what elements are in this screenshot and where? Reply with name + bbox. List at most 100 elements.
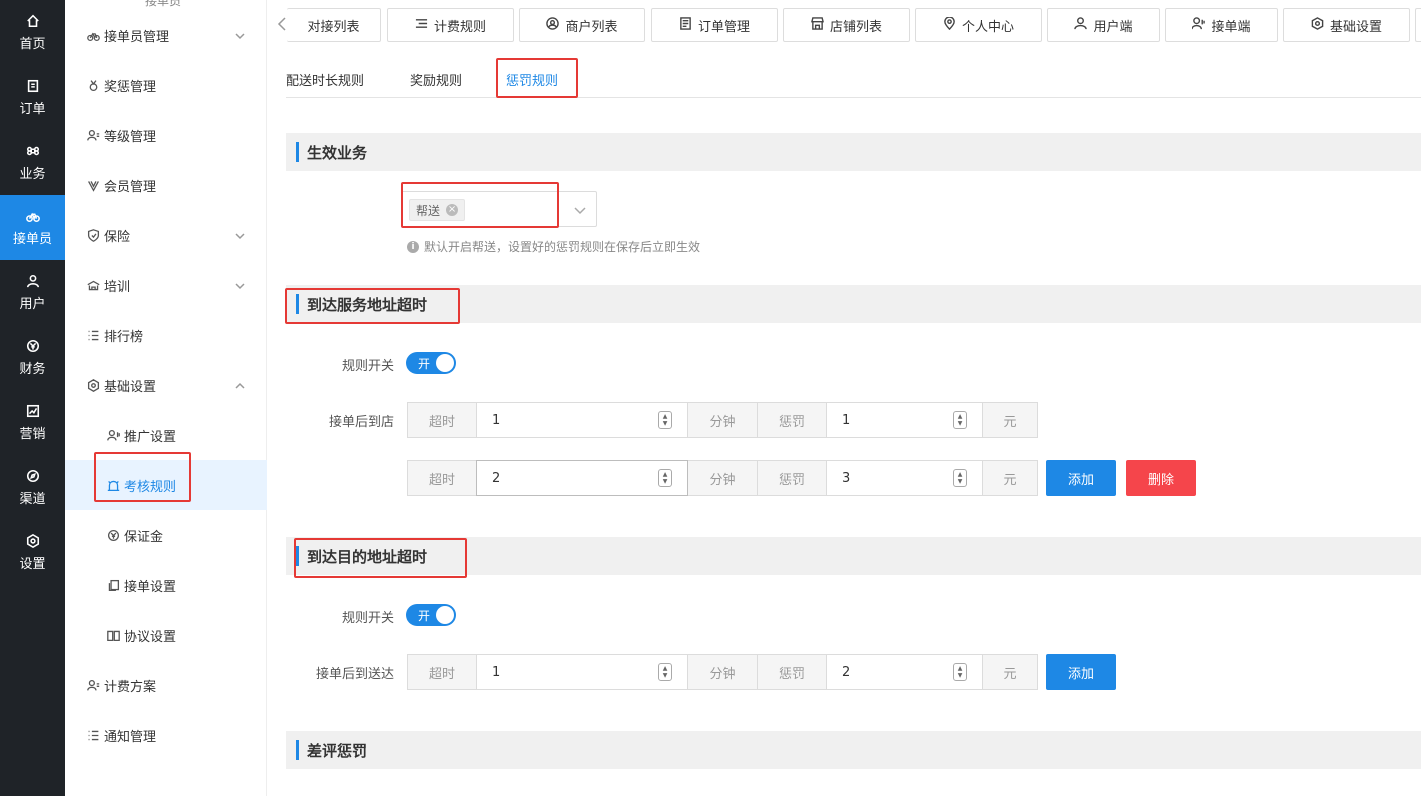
rail-item-order[interactable]: 订单 [0,65,65,130]
currency-suffix: 元 [982,460,1038,496]
sidebar-item-label: 会员管理 [104,179,157,195]
sidebar-item-promotion[interactable]: 推广设置 [65,410,267,460]
section-bad-review-penalty: 差评惩罚 [286,731,1421,769]
rail-item-settings[interactable]: 设置 [0,520,65,585]
tab-docking-list[interactable]: 对接列表 [287,8,381,42]
stepper-icon[interactable]: ▲ ▼ [953,411,967,429]
tab-personal-center[interactable]: 个人中心 [915,8,1042,42]
help-hint: i 默认开启帮送，设置好的惩罚规则在保存后立即生效 [407,238,700,255]
sidebar-group-title: 接单员 [145,0,182,8]
stepper-icon[interactable]: ▲ ▼ [953,663,967,681]
chevron-down-icon [235,30,245,40]
sidebar-item-label: 保证金 [124,529,164,545]
subtab-reward[interactable]: 奖励规则 [410,70,462,89]
add-rule-button[interactable]: 添加 [1046,654,1116,690]
sidebar-item-order-settings[interactable]: 接单设置 [65,560,267,610]
stepper-icon[interactable]: ▲ ▼ [658,411,672,429]
sidebar-item-notice[interactable]: 通知管理 [65,710,267,760]
stepper-icon[interactable]: ▲ ▼ [658,469,672,487]
rule-switch-toggle[interactable]: 开 [406,352,456,374]
tab-basic-settings[interactable]: 基础设置 [1283,8,1410,42]
copy-icon [106,578,120,592]
toggle-text: 开 [418,609,431,623]
sidebar-item-training[interactable]: 培训 [65,260,267,310]
main-content: 配送时长规则 奖励规则 惩罚规则 生效业务 帮送 × i 默认开启帮送，设置好的… [267,50,1421,796]
rail-item-label: 财务 [19,362,46,377]
sidebar-item-member[interactable]: 会员管理 [65,160,267,210]
tab-courier-side[interactable]: 接单端 [1165,8,1278,42]
sidebar-item-rewards[interactable]: 奖惩管理 [65,60,267,110]
stepper-icon[interactable]: ▲ ▼ [953,469,967,487]
sidebar-item-ranking[interactable]: 排行榜 [65,310,267,360]
section-accent-bar [296,294,299,314]
input-value: 1 [492,412,501,428]
sidebar-item-agreement[interactable]: 协议设置 [65,610,267,660]
tab-order-manage[interactable]: 订单管理 [651,8,778,42]
unit-suffix: 分钟 [687,460,758,496]
timeout-minutes-input[interactable]: 2 ▲ ▼ [476,460,688,496]
timeout-minutes-input[interactable]: 1 ▲ ▼ [476,654,688,690]
tab-user-side[interactable]: 用户端 [1047,8,1160,42]
rail-item-user[interactable]: 用户 [0,260,65,325]
rail-item-finance[interactable]: 财务 [0,325,65,390]
training-icon [86,278,100,292]
rail-item-business[interactable]: 业务 [0,130,65,195]
timeout-minutes-input[interactable]: 1 ▲ ▼ [476,402,688,438]
penalty-amount-input[interactable]: 2 ▲ ▼ [826,654,983,690]
unit-suffix: 分钟 [687,402,758,438]
order-icon [25,78,41,94]
rail-item-courier[interactable]: 接单员 [0,195,65,260]
sidebar-item-insurance[interactable]: 保险 [65,210,267,260]
timeout-rule-row: 超时 2 ▲ ▼ 分钟 惩罚 3 ▲ ▼ 元 [407,460,1038,496]
sidebar-item-billing-plan[interactable]: 计费方案 [65,660,267,710]
penalty-amount-input[interactable]: 3 ▲ ▼ [826,460,983,496]
tab-overflow[interactable] [1415,8,1421,42]
input-value: 2 [842,664,851,680]
sidebar-item-label: 推广设置 [124,429,177,445]
home-icon [25,13,41,29]
delete-rule-button[interactable]: 删除 [1126,460,1196,496]
selected-tag: 帮送 × [409,199,466,221]
currency-suffix: 元 [982,402,1038,438]
section-accent-bar [296,740,299,760]
tab-shop-list[interactable]: 店铺列表 [783,8,910,42]
tab-label: 个人中心 [961,19,1014,35]
rail-item-home[interactable]: 首页 [0,0,65,65]
unit-suffix: 分钟 [687,654,758,690]
business-select[interactable]: 帮送 × [401,191,597,227]
compass-icon [25,468,41,484]
timeout-rule-row: 超时 1 ▲ ▼ 分钟 惩罚 1 ▲ ▼ 元 [407,402,1038,438]
subtab-delivery-time[interactable]: 配送时长规则 [286,70,364,89]
shop-icon [811,16,824,34]
alarm-icon [106,478,120,492]
tab-merchant-list[interactable]: 商户列表 [519,8,645,42]
stepper-icon[interactable]: ▲ ▼ [658,663,672,681]
section-title: 到达目的地址超时 [307,548,428,566]
shield-icon [86,228,100,242]
sidebar-item-assessment-rules[interactable]: 考核规则 [65,460,267,510]
chevron-down-icon [574,204,586,215]
input-value: 1 [842,412,851,428]
sidebar-item-courier-manage[interactable]: 接单员管理 [65,10,267,60]
add-rule-button[interactable]: 添加 [1046,460,1116,496]
penalty-amount-input[interactable]: 1 ▲ ▼ [826,402,983,438]
penalty-prefix: 惩罚 [757,460,827,496]
sidebar-item-label: 考核规则 [124,479,177,495]
chart-icon [25,403,41,419]
rail-item-label: 首页 [19,37,46,52]
tab-billing-rules[interactable]: 计费规则 [387,8,514,42]
sidebar-item-label: 基础设置 [104,379,157,395]
rule-switch-toggle[interactable]: 开 [406,604,456,626]
sidebar-item-level[interactable]: 等级管理 [65,110,267,160]
tag-label: 帮送 [416,203,441,218]
deposit-icon [106,528,120,542]
timeout-rule-row: 超时 1 ▲ ▼ 分钟 惩罚 2 ▲ ▼ 元 [407,654,1038,690]
input-value: 1 [492,664,501,680]
rail-item-marketing[interactable]: 营销 [0,390,65,455]
rail-item-channel[interactable]: 渠道 [0,455,65,520]
sidebar-item-basic-settings[interactable]: 基础设置 [65,360,267,410]
close-icon[interactable]: × [446,204,459,216]
subtab-penalty[interactable]: 惩罚规则 [506,70,558,89]
sidebar-item-deposit[interactable]: 保证金 [65,510,267,560]
sidebar-item-label: 计费方案 [104,679,157,695]
